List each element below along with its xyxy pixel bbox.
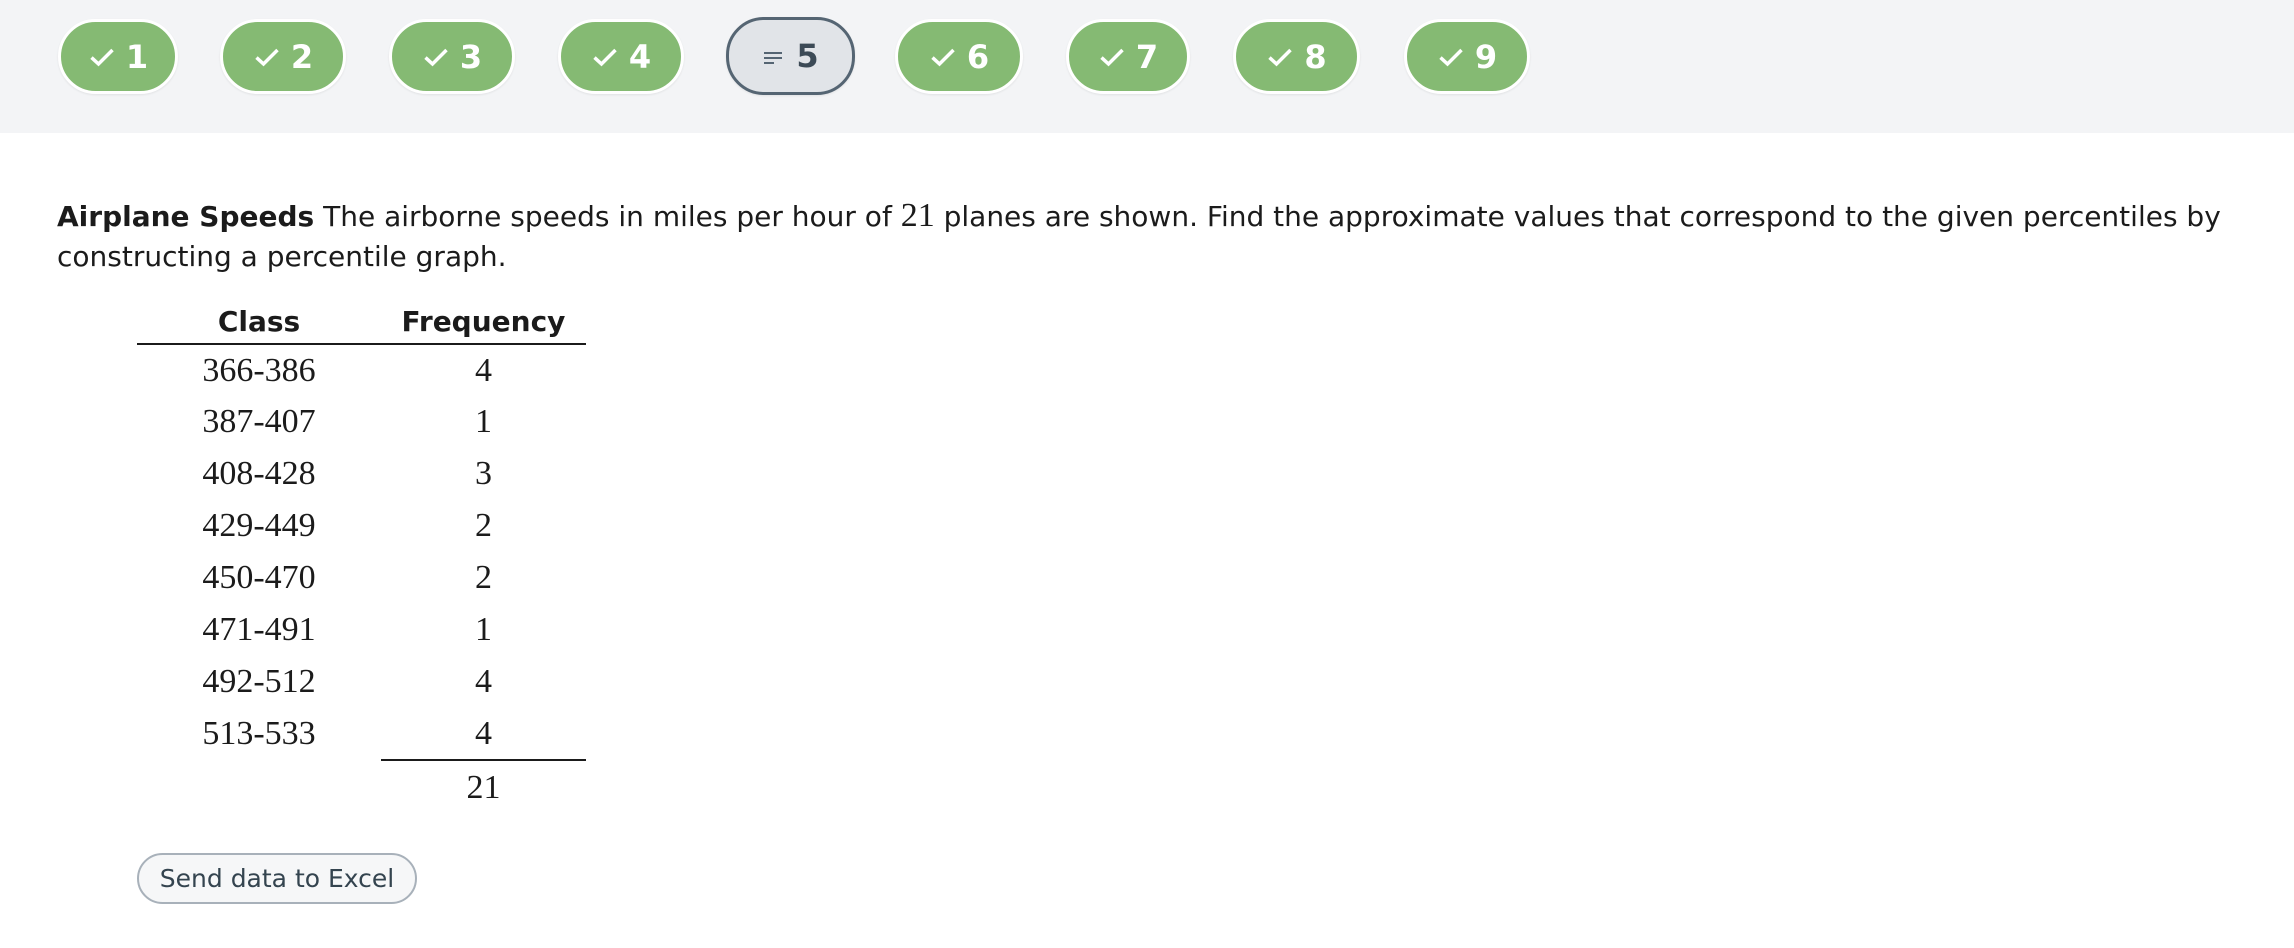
check-icon — [593, 48, 617, 66]
step-5-button[interactable]: 5 — [726, 17, 855, 95]
problem-statement: Airplane Speeds The airborne speeds in m… — [57, 196, 2257, 277]
table-row: 366-386 4 — [137, 344, 586, 396]
table-row: 408-428 3 — [137, 448, 586, 500]
empty-cell — [137, 760, 381, 813]
table-row: 492-512 4 — [137, 656, 586, 708]
check-icon — [1268, 48, 1293, 66]
step-7-button[interactable]: 7 — [1066, 19, 1190, 94]
check-icon — [90, 48, 114, 66]
check-icon — [255, 48, 279, 66]
step-label: 1 — [125, 37, 149, 76]
frequency-cell: 1 — [475, 611, 492, 648]
class-cell: 429-449 — [202, 507, 316, 544]
table-row: 513-533 4 — [137, 708, 586, 760]
table-total-row: 21 — [137, 759, 586, 813]
frequency-cell: 4 — [475, 714, 492, 752]
frequency-table: Class Frequency 366-386 4 387-407 1 408-… — [137, 300, 586, 813]
frequency-cell: 1 — [475, 403, 492, 440]
problem-text-before: The airborne speeds in miles per hour of — [314, 200, 901, 233]
step-6-button[interactable]: 6 — [895, 19, 1023, 94]
step-label: 6 — [966, 37, 990, 76]
table-row: 450-470 2 — [137, 552, 586, 604]
class-cell: 408-428 — [202, 455, 316, 492]
frequency-cell: 2 — [475, 559, 492, 596]
step-8-button[interactable]: 8 — [1233, 19, 1360, 94]
class-cell: 387-407 — [202, 403, 316, 440]
step-label: 8 — [1304, 37, 1327, 76]
frequency-total: 21 — [381, 759, 586, 813]
table-header-row: Class Frequency — [137, 300, 586, 345]
question-navigation-bar: 1 2 3 4 5 6 7 8 9 — [0, 0, 2294, 133]
frequency-cell: 2 — [475, 507, 492, 544]
class-cell: 492-512 — [202, 663, 316, 700]
step-label: 4 — [628, 37, 652, 76]
class-cell: 366-386 — [202, 351, 316, 389]
table-row: 429-449 2 — [137, 500, 586, 552]
problem-title: Airplane Speeds — [57, 200, 315, 233]
plane-count: 21 — [900, 197, 935, 234]
step-4-button[interactable]: 4 — [558, 19, 684, 94]
class-cell: 471-491 — [202, 611, 316, 648]
step-2-button[interactable]: 2 — [220, 19, 346, 94]
step-label: 2 — [290, 37, 314, 76]
check-icon — [931, 48, 955, 66]
table-row: 387-407 1 — [137, 396, 586, 448]
step-label: 3 — [459, 37, 483, 76]
class-cell: 513-533 — [202, 715, 316, 752]
step-label: 9 — [1474, 37, 1498, 76]
class-column-header: Class — [137, 300, 381, 345]
check-icon — [1439, 48, 1463, 66]
step-3-button[interactable]: 3 — [389, 19, 515, 94]
table-row: 471-491 1 — [137, 604, 586, 656]
check-icon — [1100, 48, 1124, 66]
check-icon — [424, 48, 448, 66]
step-9-button[interactable]: 9 — [1404, 19, 1530, 94]
list-lines-icon — [764, 52, 783, 64]
frequency-cell: 3 — [475, 455, 492, 492]
class-cell: 450-470 — [202, 559, 316, 596]
frequency-column-header: Frequency — [381, 300, 586, 345]
step-label: 7 — [1135, 37, 1159, 76]
step-1-button[interactable]: 1 — [58, 19, 178, 94]
step-label: 5 — [796, 37, 819, 75]
frequency-cell: 4 — [475, 351, 492, 389]
frequency-cell: 4 — [475, 663, 492, 700]
send-to-excel-button[interactable]: Send data to Excel — [137, 853, 417, 904]
